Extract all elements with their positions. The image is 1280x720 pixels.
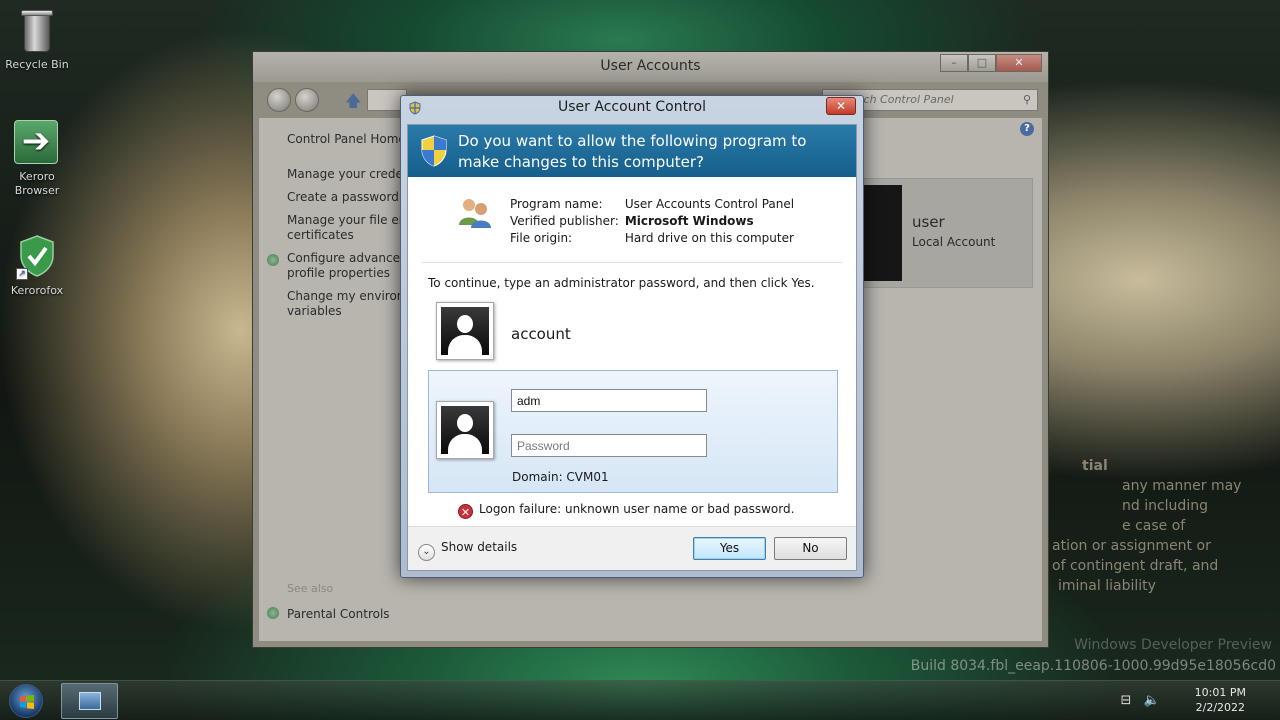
taskbar-control-panel-button[interactable] [61,683,118,719]
origin-label: File origin: [510,231,573,245]
help-icon[interactable]: ? [1020,122,1034,136]
search-icon: ⚲ [1022,93,1031,106]
parental-controls-link[interactable]: Parental Controls [287,607,390,621]
manage-credentials-link[interactable]: Manage your credentials [287,167,407,182]
user-silhouette-icon [441,406,489,454]
configure-profile-link[interactable]: Configure advanced [287,251,407,266]
program-name-label: Program name: [510,197,603,211]
user-silhouette-icon [441,307,489,355]
create-reset-disk-link[interactable]: Create a password reset disk [287,190,407,205]
up-arrow-icon[interactable]: 🡅 [345,90,361,117]
window-title: User Accounts [253,52,1048,82]
uac-prompt-banner: Do you want to allow the following progr… [408,125,856,177]
control-panel-home-link[interactable]: Control Panel Home [287,132,407,147]
windows-logo-icon [20,695,34,709]
system-tray: ⊟ 🔈 [1121,693,1161,708]
users-icon [459,199,491,228]
change-environment-link-line2[interactable]: variables [287,304,407,319]
see-also-heading: See also [287,582,334,595]
maximize-button[interactable]: □ [968,54,996,72]
no-button[interactable]: No [774,537,847,560]
desktop-icon-label: Keroro Browser [14,170,60,197]
task-pane: Control Panel Home Manage your credentia… [259,118,407,641]
manage-encryption-link[interactable]: Manage your file encryption [287,213,407,228]
desktop-icon-keroro-browser[interactable]: ➔ Keroro Browser [0,120,74,198]
back-button[interactable] [267,88,291,112]
change-environment-link[interactable]: Change my environment [287,289,407,304]
desktop-icon-recycle-bin[interactable]: Recycle Bin [0,8,74,72]
dialog-body: Do you want to allow the following progr… [407,124,857,571]
volume-icon[interactable]: 🔈 [1144,693,1160,708]
domain-label: Domain: CVM01 [512,470,609,484]
taskbar: ⊟ 🔈 10:01 PM 2/2/2022 [0,680,1280,720]
window-controls: – □ ✕ [940,54,1042,72]
user-card: user Local Account [861,178,1033,288]
dialog-title: User Account Control [558,99,706,115]
show-details-label: Show details [441,540,518,554]
desktop-icon-label: Recycle Bin [5,58,69,71]
start-button[interactable] [9,684,43,718]
password-field[interactable] [511,434,707,457]
publisher-value: Microsoft Windows [624,214,754,228]
credential-tile[interactable]: Domain: CVM01 [428,370,838,493]
account-tile-avatar[interactable] [436,302,494,360]
watermark-text: tial any manner may nd including e case … [1052,458,1242,594]
configure-profile-link-line2[interactable]: profile properties [287,266,407,281]
minimize-button[interactable]: – [940,54,968,72]
user-picture [862,185,902,281]
shortcut-arrow-icon: ↗ [16,268,28,280]
dialog-footer: ⌄ Show details Yes No [408,526,856,570]
program-info: Program name: User Accounts Control Pane… [422,177,842,263]
forward-button[interactable] [295,88,319,112]
error-text: Logon failure: unknown user name or bad … [479,502,795,516]
desktop-icon-label: Kerorofox [10,284,64,297]
dialog-close-button[interactable]: ✕ [826,97,856,115]
green-arrow-icon: ➔ [14,120,60,166]
chevron-down-icon: ⌄ [418,544,435,561]
manage-encryption-link-line2[interactable]: certificates [287,228,407,243]
publisher-label: Verified publisher: [510,214,619,228]
build-watermark-number: Build 8034.fbl_eeap.110806-1000.99d95e18… [910,658,1276,674]
error-icon: ✕ [458,504,473,519]
taskbar-clock[interactable]: 10:01 PM 2/2/2022 [1195,685,1246,715]
desktop-icon-kerorofox[interactable]: ↗ Kerorofox [0,234,74,298]
program-name-value: User Accounts Control Panel [624,197,795,211]
build-watermark-title: Windows Developer Preview [1074,637,1272,653]
close-button[interactable]: ✕ [996,54,1042,72]
credential-avatar [436,401,494,459]
yes-button[interactable]: Yes [693,537,766,560]
parental-shield-icon [267,607,279,619]
green-shield-icon: ↗ [14,234,60,280]
instruction-text: To continue, type an administrator passw… [428,276,815,290]
recycle-bin-icon [20,8,54,54]
clock-time: 10:01 PM [1194,686,1246,699]
user-type: Local Account [912,235,996,249]
uac-dialog: User Account Control ✕ Do you want to al… [400,95,864,578]
user-name: user [912,213,945,231]
control-panel-icon [79,692,101,710]
origin-value: Hard drive on this computer [624,231,794,245]
error-message: ✕ Logon failure: unknown user name or bad… [458,502,794,519]
account-name[interactable]: account [511,325,571,343]
username-field[interactable] [511,389,707,412]
shield-icon [267,254,279,266]
show-details-toggle[interactable]: ⌄ Show details [418,540,517,561]
network-icon[interactable]: ⊟ [1121,693,1132,708]
clock-date: 2/2/2022 [1195,701,1246,714]
uac-prompt-text: Do you want to allow the following progr… [458,132,807,171]
uac-shield-icon [421,135,447,167]
